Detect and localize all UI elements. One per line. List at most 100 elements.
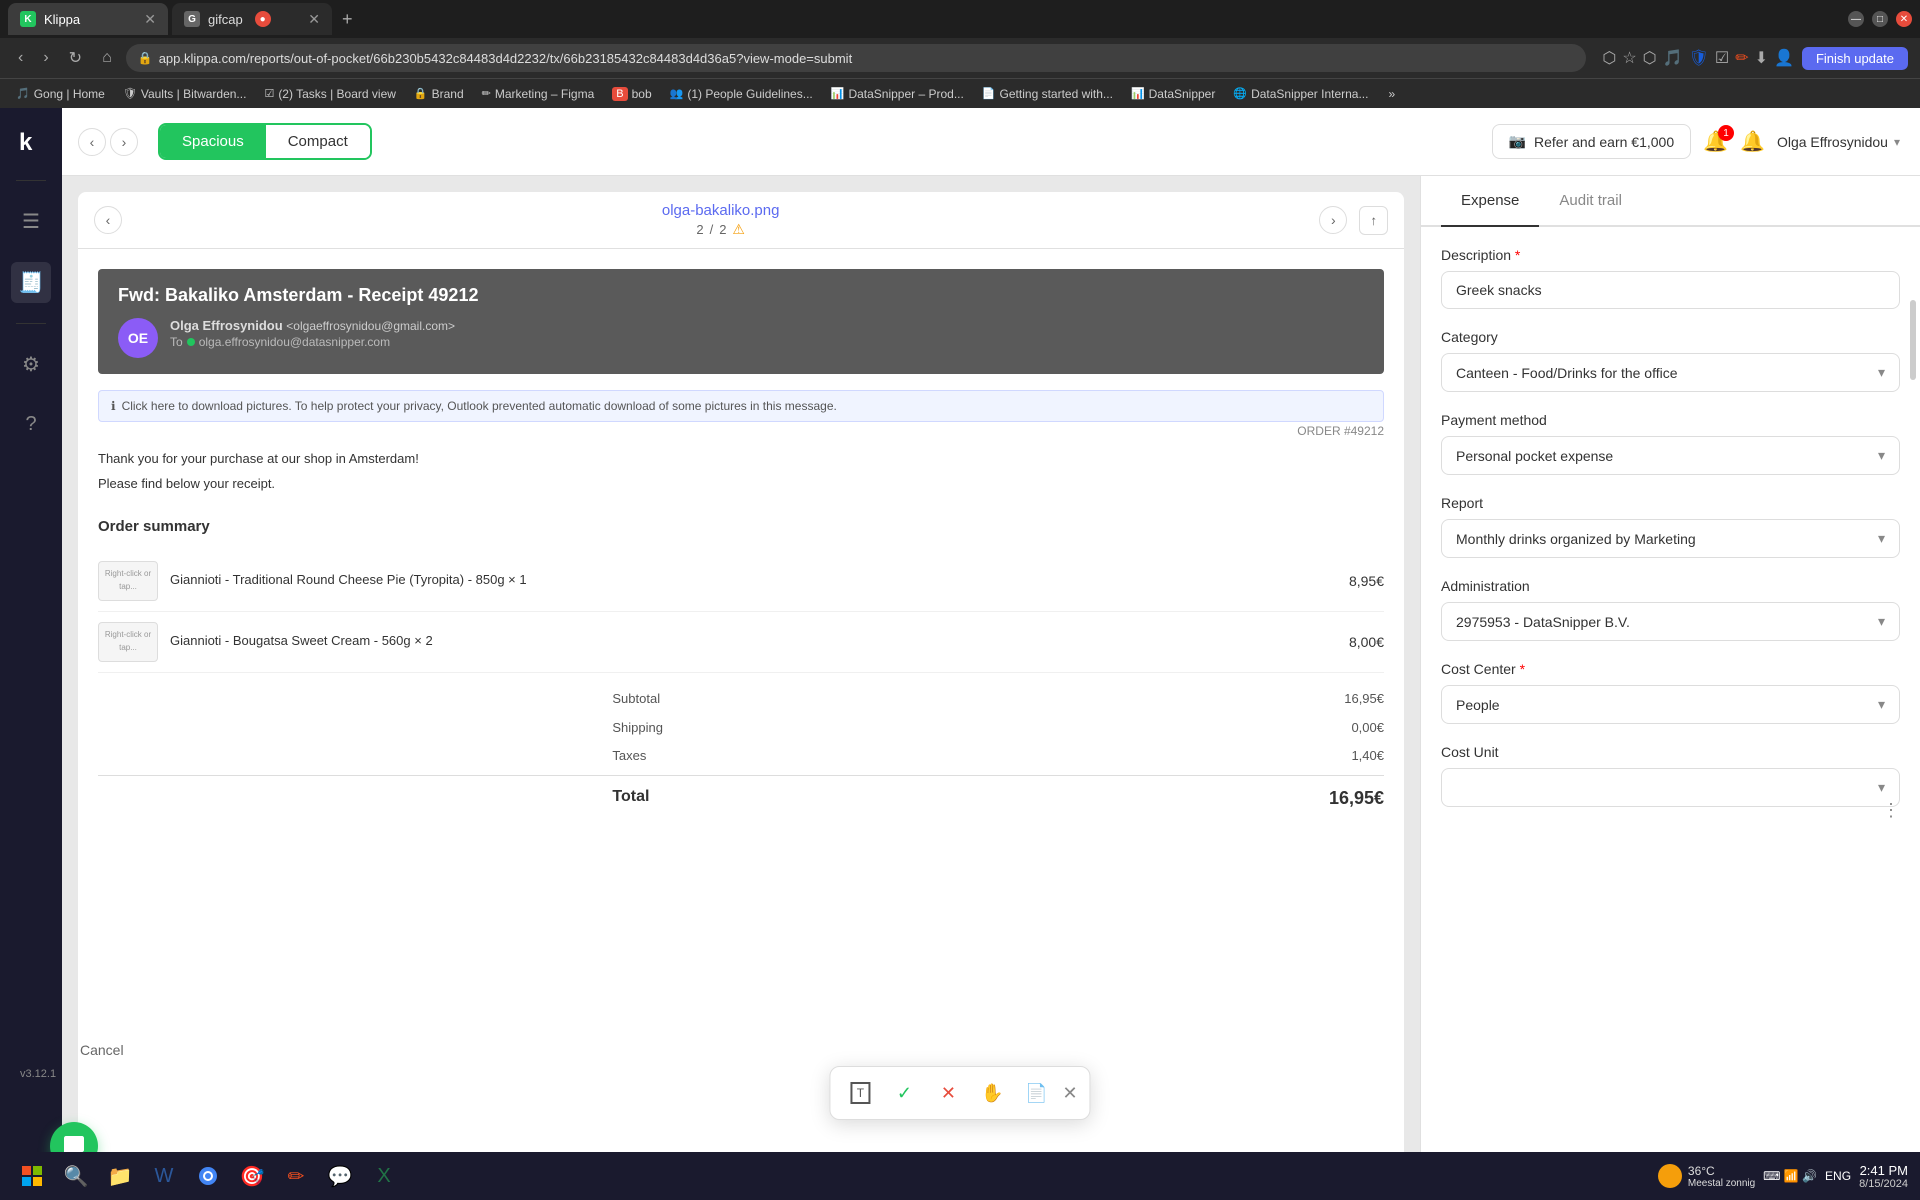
sidebar-icon-list[interactable]: ☰ bbox=[14, 201, 48, 242]
datasnipper-icon[interactable]: ⬡ bbox=[1602, 48, 1616, 68]
window-controls: — □ ✕ bbox=[1848, 11, 1912, 27]
taskbar: 🔍 📁 W 🎯 ✏ 💬 X 36°C Meestal zonnig ⌨ 📶 🔊 … bbox=[0, 1152, 1920, 1200]
administration-chevron-icon: ▾ bbox=[1878, 613, 1885, 630]
bookmark-gong[interactable]: 🎵 Gong | Home bbox=[8, 85, 113, 103]
start-button[interactable] bbox=[12, 1156, 52, 1196]
language-indicator: ENG bbox=[1825, 1169, 1851, 1183]
back-button[interactable]: ‹ bbox=[12, 47, 29, 69]
view-compact-button[interactable]: Compact bbox=[266, 125, 370, 158]
cancel-button[interactable]: Cancel bbox=[80, 1042, 124, 1058]
taskbar-search[interactable]: 🔍 bbox=[56, 1156, 96, 1196]
tab-bar: K Klippa ✕ G gifcap ● ✕ + — □ ✕ bbox=[0, 0, 1920, 38]
refer-earn-button[interactable]: 📷 Refer and earn €1,000 bbox=[1492, 124, 1692, 159]
tab-gifcap-close[interactable]: ✕ bbox=[308, 11, 320, 28]
refresh-button[interactable]: ↻ bbox=[63, 46, 88, 70]
tool-doc-button[interactable]: 📄 bbox=[1018, 1075, 1054, 1111]
bookmark-more[interactable]: » bbox=[1380, 85, 1403, 103]
sidebar-icon-receipt[interactable]: 🧾 bbox=[11, 262, 52, 303]
address-bar: ‹ › ↻ ⌂ 🔒 app.klippa.com/reports/out-of-… bbox=[0, 38, 1920, 78]
bookmark-getting-started[interactable]: 📄 Getting started with... bbox=[974, 85, 1121, 103]
tool-x-button[interactable]: ✕ bbox=[930, 1075, 966, 1111]
sidebar-icon-help[interactable]: ? bbox=[17, 405, 44, 444]
cost-center-select[interactable]: People ▾ bbox=[1441, 685, 1900, 724]
receipt-body: ORDER #49212 Thank you for your purchase… bbox=[98, 422, 1384, 817]
description-input[interactable] bbox=[1441, 271, 1900, 309]
taskbar-chrome[interactable] bbox=[188, 1156, 228, 1196]
bookmark-datasnipper2[interactable]: 📊 DataSnipper bbox=[1123, 85, 1223, 103]
tab-klippa-label: Klippa bbox=[44, 12, 80, 27]
gong-icon[interactable]: 🎵 bbox=[1663, 48, 1683, 68]
bookmark-icon[interactable]: ☆ bbox=[1622, 48, 1636, 68]
figma-icon[interactable]: ✏ bbox=[1735, 48, 1748, 68]
annotation-toolbar: T ✓ ✕ ✋ 📄 ✕ bbox=[829, 1066, 1090, 1120]
download-icon[interactable]: ⬇ bbox=[1755, 48, 1768, 68]
tab-expense[interactable]: Expense bbox=[1441, 176, 1539, 227]
toolbar-close-button[interactable]: ✕ bbox=[1062, 1083, 1077, 1104]
tasks-icon[interactable]: ☑ bbox=[1715, 48, 1729, 68]
bookmark-marketing-figma[interactable]: ✏ Marketing – Figma bbox=[474, 85, 603, 103]
report-select[interactable]: Monthly drinks organized by Marketing ▾ bbox=[1441, 519, 1900, 558]
bookmark-people[interactable]: 👥 (1) People Guidelines... bbox=[662, 85, 821, 103]
bell-icon[interactable]: 🔔 bbox=[1740, 129, 1765, 154]
taskbar-figma[interactable]: ✏ bbox=[276, 1156, 316, 1196]
description-label: Description * bbox=[1441, 247, 1900, 263]
doc-prev-button[interactable]: ‹ bbox=[94, 206, 122, 234]
datasnipper-interna-icon: 🌐 bbox=[1233, 87, 1247, 100]
payment-method-select[interactable]: Personal pocket expense ▾ bbox=[1441, 436, 1900, 475]
more-options-button[interactable]: ⋮ bbox=[1882, 800, 1900, 821]
administration-select[interactable]: 2975953 - DataSnipper B.V. ▾ bbox=[1441, 602, 1900, 641]
share-button[interactable]: ↑ bbox=[1359, 206, 1388, 235]
tab-gifcap-icon: ● bbox=[255, 11, 271, 27]
next-button[interactable]: › bbox=[110, 128, 138, 156]
people-bookmark-icon: 👥 bbox=[670, 87, 684, 100]
taskbar-excel[interactable]: X bbox=[364, 1156, 404, 1196]
tab-audit-trail[interactable]: Audit trail bbox=[1539, 176, 1642, 227]
taskbar-klippa[interactable]: 🎯 bbox=[232, 1156, 272, 1196]
maximize-button[interactable]: □ bbox=[1872, 11, 1888, 27]
subtotal-value: 16,95€ bbox=[1344, 689, 1384, 710]
sidebar-divider-1 bbox=[16, 180, 46, 181]
new-tab-button[interactable]: + bbox=[336, 9, 359, 30]
bookmark-brand[interactable]: 🔒 Brand bbox=[406, 85, 472, 103]
tab-klippa[interactable]: K Klippa ✕ bbox=[8, 3, 168, 35]
bitwarden-icon[interactable]: 🛡 bbox=[1689, 48, 1709, 68]
cost-center-label: Cost Center * bbox=[1441, 661, 1900, 677]
weather-info: 36°C Meestal zonnig bbox=[1688, 1164, 1755, 1189]
tool-check-button[interactable]: ✓ bbox=[886, 1075, 922, 1111]
extensions-icon[interactable]: ⬡ bbox=[1643, 48, 1657, 68]
bookmark-bob[interactable]: B bob bbox=[604, 85, 659, 103]
tool-hand-button[interactable]: ✋ bbox=[974, 1075, 1010, 1111]
cost-unit-select[interactable]: ▾ bbox=[1441, 768, 1900, 807]
doc-next-button[interactable]: › bbox=[1319, 206, 1347, 234]
user-menu-button[interactable]: Olga Effrosynidou ▾ bbox=[1777, 134, 1900, 150]
report-group: Report Monthly drinks organized by Marke… bbox=[1441, 495, 1900, 558]
notifications-icon[interactable]: 🔔 1 bbox=[1703, 129, 1728, 154]
tab-klippa-close[interactable]: ✕ bbox=[144, 11, 156, 28]
taskbar-slack[interactable]: 💬 bbox=[320, 1156, 360, 1196]
category-select[interactable]: Canteen - Food/Drinks for the office ▾ bbox=[1441, 353, 1900, 392]
bookmark-tasks[interactable]: ☑ (2) Tasks | Board view bbox=[256, 85, 403, 103]
bookmark-bitwarden[interactable]: 🛡 Vaults | Bitwarden... bbox=[115, 85, 255, 103]
report-value: Monthly drinks organized by Marketing bbox=[1456, 531, 1696, 547]
sidebar-icon-settings[interactable]: ⚙ bbox=[14, 344, 48, 385]
profile-icon[interactable]: 👤 bbox=[1774, 48, 1794, 68]
bookmark-datasnipper1[interactable]: 📊 DataSnipper – Prod... bbox=[823, 85, 972, 103]
bookmark-datasnipper-interna[interactable]: 🌐 DataSnipper Interna... bbox=[1225, 85, 1376, 103]
subtotal-row: Subtotal 16,95€ bbox=[98, 685, 1384, 714]
finish-update-button[interactable]: Finish update bbox=[1802, 47, 1908, 70]
tool-text-button[interactable]: T bbox=[842, 1075, 878, 1111]
home-button[interactable]: ⌂ bbox=[96, 47, 118, 69]
url-bar[interactable]: 🔒 app.klippa.com/reports/out-of-pocket/6… bbox=[126, 44, 1587, 72]
taskbar-explorer[interactable]: 📁 bbox=[100, 1156, 140, 1196]
minimize-button[interactable]: — bbox=[1848, 11, 1864, 27]
prev-button[interactable]: ‹ bbox=[78, 128, 106, 156]
item-2-name: Giannioti - Bougatsa Sweet Cream - 560g … bbox=[170, 631, 1337, 652]
tasks-bookmark-icon: ☑ bbox=[264, 87, 274, 100]
taskbar-word[interactable]: W bbox=[144, 1156, 184, 1196]
tab-gifcap[interactable]: G gifcap ● ✕ bbox=[172, 3, 332, 35]
forward-button[interactable]: › bbox=[37, 47, 54, 69]
scrollbar-thumb[interactable] bbox=[1910, 300, 1916, 380]
view-spacious-button[interactable]: Spacious bbox=[160, 125, 266, 158]
close-button[interactable]: ✕ bbox=[1896, 11, 1912, 27]
app-logo[interactable]: k bbox=[13, 124, 49, 160]
